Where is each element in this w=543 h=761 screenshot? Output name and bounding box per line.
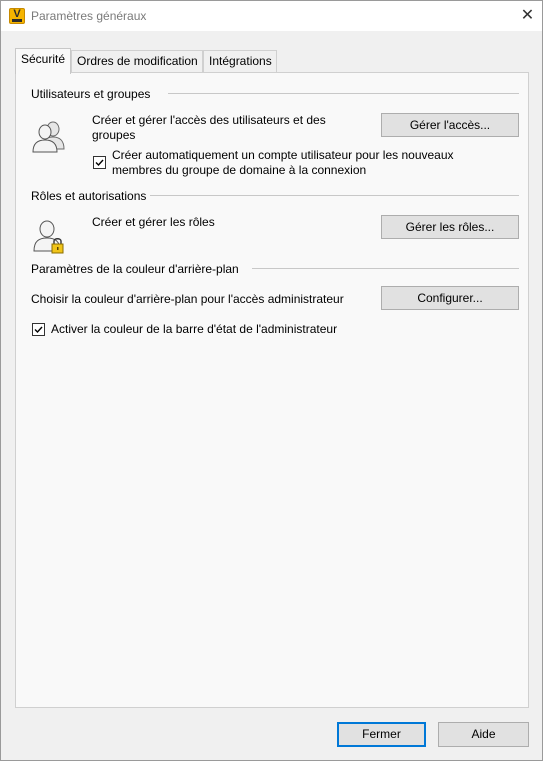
user-lock-icon <box>33 220 64 254</box>
auto-create-account-checkbox[interactable] <box>93 156 106 169</box>
background-color-section-divider <box>252 268 519 269</box>
manage-access-button[interactable]: Gérer l'accès... <box>381 113 519 137</box>
tab-change-orders[interactable]: Ordres de modification <box>71 50 203 72</box>
users-section-divider <box>168 93 519 94</box>
close-button[interactable]: Fermer <box>337 722 426 747</box>
auto-create-account-label-line1: Créer automatiquement un compte utilisat… <box>112 148 454 162</box>
users-description-line2: groupes <box>92 128 136 142</box>
close-icon: ✕ <box>520 7 535 24</box>
checkmark-icon <box>34 326 43 334</box>
auto-create-account-label-line2: membres du groupe de domaine à la connex… <box>112 163 367 177</box>
security-panel: Utilisateurs et groupes Créer et gérer l… <box>15 72 529 708</box>
help-button[interactable]: Aide <box>438 722 529 747</box>
users-group-icon <box>32 121 65 153</box>
checkmark-icon <box>95 159 104 167</box>
background-color-section-header: Paramètres de la couleur d'arrière-plan <box>31 262 239 276</box>
app-icon-strip <box>12 19 22 22</box>
window-title: Paramètres généraux <box>31 9 147 23</box>
roles-section-header: Rôles et autorisations <box>31 189 147 203</box>
background-color-description: Choisir la couleur d'arrière-plan pour l… <box>31 292 344 306</box>
admin-status-bar-color-label: Activer la couleur de la barre d'état de… <box>51 322 338 336</box>
settings-dialog: V Paramètres généraux ✕ Sécurité Ordres … <box>0 0 543 761</box>
manage-roles-button[interactable]: Gérer les rôles... <box>381 215 519 239</box>
configure-button[interactable]: Configurer... <box>381 286 519 310</box>
title-bar: V Paramètres généraux ✕ <box>1 1 542 31</box>
tab-security[interactable]: Sécurité <box>15 48 72 74</box>
roles-section-divider <box>150 195 519 196</box>
app-icon: V <box>9 8 25 24</box>
roles-description: Créer et gérer les rôles <box>92 215 215 229</box>
close-window-button[interactable]: ✕ <box>513 1 542 31</box>
tab-integrations[interactable]: Intégrations <box>203 50 277 72</box>
users-section-header: Utilisateurs et groupes <box>31 87 151 101</box>
admin-status-bar-color-checkbox[interactable] <box>32 323 45 336</box>
users-description-line1: Créer et gérer l'accès des utilisateurs … <box>92 113 326 127</box>
